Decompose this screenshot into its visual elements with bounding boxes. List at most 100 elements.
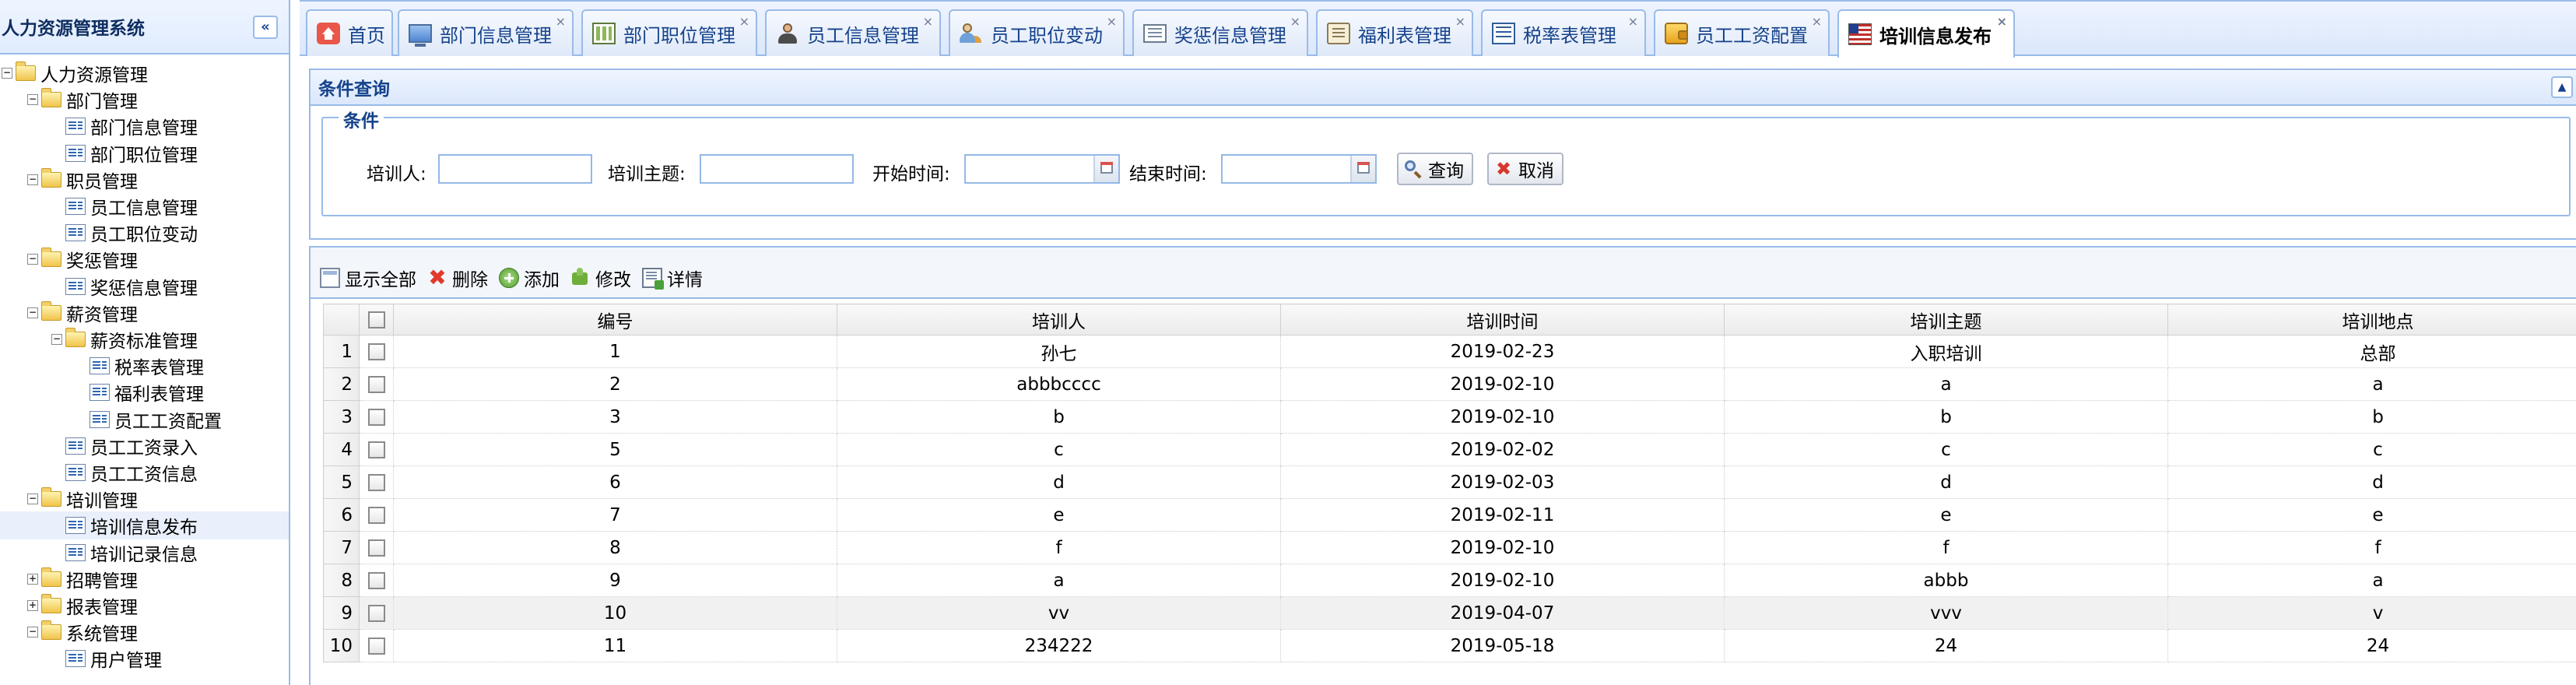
panel-collapse-button[interactable]: ▲	[2551, 76, 2573, 98]
expand-icon[interactable]: +	[27, 600, 38, 611]
tree-item-employee-position-change[interactable]: 员工职位变动	[0, 219, 289, 247]
tree-node-hr-root[interactable]: − 人力资源管理	[0, 59, 289, 87]
tree-node-rewards[interactable]: − 奖惩管理	[0, 245, 289, 273]
tab-rewards-info[interactable]: 奖惩信息管理 ×	[1132, 9, 1308, 56]
row-checkbox-cell[interactable]	[359, 433, 394, 466]
edit-button[interactable]: 修改	[570, 265, 631, 291]
row-checkbox-cell[interactable]	[359, 596, 394, 630]
select-all-checkbox[interactable]	[367, 311, 385, 328]
row-checkbox[interactable]	[367, 638, 385, 655]
tab-training-publish[interactable]: 培训信息发布 ×	[1837, 9, 2015, 58]
cancel-button[interactable]: ✖ 取消	[1487, 153, 1563, 185]
topic-input[interactable]	[700, 154, 854, 184]
row-checkbox-cell[interactable]	[359, 629, 394, 662]
row-checkbox-cell[interactable]	[359, 531, 394, 564]
table-row[interactable]: 4 5 c 2019-02-02 c c	[323, 433, 2576, 466]
tree-item-tax-rate[interactable]: 税率表管理	[0, 352, 289, 380]
column-header-date[interactable]: 培训时间	[1280, 304, 1725, 335]
close-icon[interactable]: ×	[556, 16, 566, 28]
close-icon[interactable]: ×	[1290, 16, 1300, 28]
tab-employee-position-change[interactable]: 员工职位变动 ×	[949, 9, 1125, 56]
add-button[interactable]: 添加	[499, 265, 560, 291]
tree-node-salary[interactable]: − 薪资管理	[0, 299, 289, 327]
close-icon[interactable]: ×	[739, 16, 749, 28]
tab-employee-info[interactable]: 员工信息管理 ×	[765, 9, 941, 56]
collapse-icon[interactable]: −	[51, 334, 62, 345]
collapse-icon[interactable]: −	[27, 94, 38, 106]
table-row[interactable]: 8 9 a 2019-02-10 abbb a	[323, 564, 2576, 597]
close-icon[interactable]: ×	[1628, 16, 1638, 28]
end-time-datebox[interactable]	[1221, 154, 1377, 184]
row-checkbox-cell[interactable]	[359, 498, 394, 532]
tree-item-rewards-info[interactable]: 奖惩信息管理	[0, 272, 289, 300]
table-row[interactable]: 3 3 b 2019-02-10 b b	[323, 400, 2576, 434]
row-checkbox[interactable]	[367, 605, 385, 622]
tree-item-employee-info[interactable]: 员工信息管理	[0, 192, 289, 220]
tree-node-salary-standard[interactable]: − 薪资标准管理	[0, 325, 289, 353]
tab-welfare[interactable]: 福利表管理 ×	[1316, 9, 1473, 56]
row-checkbox[interactable]	[367, 539, 385, 557]
tree-item-department-info[interactable]: 部门信息管理	[0, 112, 289, 140]
tree-item-salary-entry[interactable]: 员工工资录入	[0, 432, 289, 460]
row-checkbox[interactable]	[367, 507, 385, 524]
row-checkbox-cell[interactable]	[359, 400, 394, 434]
column-header-trainer[interactable]: 培训人	[837, 304, 1281, 335]
tree-node-reports[interactable]: + 报表管理	[0, 592, 289, 620]
delete-button[interactable]: ✖ 删除	[427, 265, 488, 291]
row-checkbox[interactable]	[367, 572, 385, 589]
table-row[interactable]: 2 2 abbbcccc 2019-02-10 a a	[323, 367, 2576, 401]
trainer-input[interactable]	[438, 154, 592, 184]
search-button[interactable]: 查询	[1397, 153, 1473, 185]
tab-home[interactable]: 首页	[306, 9, 393, 56]
close-icon[interactable]: ×	[923, 16, 933, 28]
close-icon[interactable]: ×	[1107, 16, 1117, 28]
table-row[interactable]: 9 10 vv 2019-04-07 vvv v	[323, 596, 2576, 630]
row-checkbox-cell[interactable]	[359, 367, 394, 401]
tree-item-department-position[interactable]: 部门职位管理	[0, 139, 289, 167]
column-header-place[interactable]: 培训地点	[2167, 304, 2576, 335]
tree-item-user-management[interactable]: 用户管理	[0, 645, 289, 673]
tab-tax-rate[interactable]: 税率表管理 ×	[1481, 9, 1646, 56]
tree-node-staff[interactable]: − 职员管理	[0, 166, 289, 194]
close-icon[interactable]: ×	[1812, 16, 1822, 28]
tab-salary-config[interactable]: 员工工资配置 ×	[1654, 9, 1830, 56]
row-checkbox-cell[interactable]	[359, 335, 394, 368]
table-row[interactable]: 6 7 e 2019-02-11 e e	[323, 498, 2576, 532]
calendar-icon[interactable]	[1350, 156, 1375, 182]
row-checkbox[interactable]	[367, 474, 385, 491]
start-time-datebox[interactable]	[964, 154, 1120, 184]
row-checkbox[interactable]	[367, 343, 385, 360]
column-header-topic[interactable]: 培训主题	[1724, 304, 2168, 335]
tab-department-position[interactable]: 部门职位管理 ×	[581, 9, 757, 56]
tree-node-department[interactable]: − 部门管理	[0, 86, 289, 114]
collapse-icon[interactable]: −	[27, 174, 38, 185]
collapse-icon[interactable]: −	[27, 307, 38, 318]
row-checkbox[interactable]	[367, 409, 385, 426]
column-header-id[interactable]: 编号	[393, 304, 837, 335]
row-checkbox-cell[interactable]	[359, 465, 394, 499]
sidebar-collapse-button[interactable]: «	[253, 16, 278, 39]
collapse-icon[interactable]: −	[27, 627, 38, 638]
tree-item-salary-info[interactable]: 员工工资信息	[0, 458, 289, 487]
tree-item-welfare[interactable]: 福利表管理	[0, 378, 289, 406]
close-icon[interactable]: ×	[1997, 16, 2007, 28]
table-row[interactable]: 1 1 孙七 2019-02-23 入职培训 总部	[323, 335, 2576, 368]
calendar-icon[interactable]	[1093, 156, 1118, 182]
table-row[interactable]: 7 8 f 2019-02-10 f f	[323, 531, 2576, 564]
tab-department-info[interactable]: 部门信息管理 ×	[398, 9, 574, 56]
row-checkbox[interactable]	[367, 441, 385, 458]
select-all-checkbox-cell[interactable]	[359, 304, 394, 335]
tree-item-training-records[interactable]: 培训记录信息	[0, 539, 289, 567]
tree-node-training[interactable]: − 培训管理	[0, 485, 289, 513]
collapse-icon[interactable]: −	[27, 494, 38, 505]
table-row[interactable]: 10 11 234222 2019-05-18 24 24	[323, 629, 2576, 662]
show-all-button[interactable]: 显示全部	[320, 265, 416, 291]
row-checkbox-cell[interactable]	[359, 564, 394, 597]
row-checkbox[interactable]	[367, 376, 385, 393]
collapse-icon[interactable]: −	[2, 68, 12, 79]
tree-item-training-publish[interactable]: 培训信息发布	[0, 511, 289, 540]
expand-icon[interactable]: +	[27, 573, 38, 585]
close-icon[interactable]: ×	[1455, 16, 1465, 28]
collapse-icon[interactable]: −	[27, 254, 38, 265]
tree-node-system[interactable]: − 系统管理	[0, 618, 289, 646]
